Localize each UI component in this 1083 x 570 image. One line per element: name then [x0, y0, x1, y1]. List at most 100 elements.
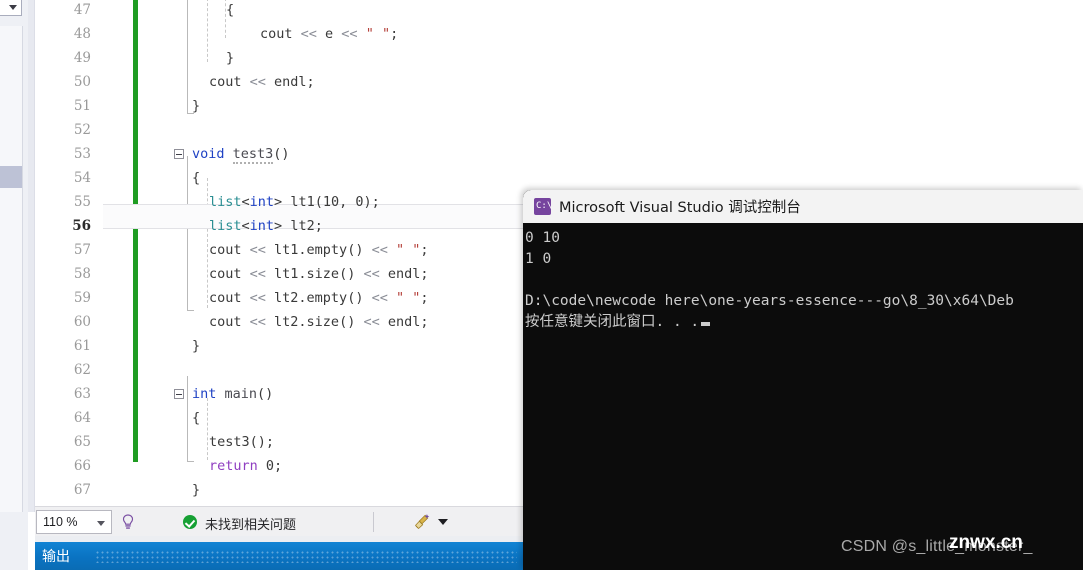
code-token: lt2; — [290, 218, 323, 234]
code-token: list — [209, 218, 242, 234]
line-number: 57 — [73, 242, 91, 258]
code-line[interactable]: 64 { — [35, 406, 530, 430]
console-output-area[interactable]: 0 10 1 0 D:\code\newcode here\one-years-es… — [523, 223, 1083, 570]
console-title-bar[interactable]: C:\ Microsoft Visual Studio 调试控制台 — [523, 190, 1083, 224]
status-separator — [373, 512, 374, 532]
output-panel-header[interactable]: 输出 — [35, 542, 523, 570]
code-line[interactable]: 62 — [35, 358, 530, 382]
code-token: lt2. — [274, 290, 307, 306]
code-token: lt1( — [290, 194, 323, 210]
code-line[interactable]: 60 cout << lt2.size() << endl; — [35, 310, 530, 334]
code-line[interactable]: 51} — [35, 94, 530, 118]
code-token: () — [347, 290, 372, 306]
chevron-down-icon[interactable] — [438, 519, 448, 525]
code-token: << — [371, 242, 396, 258]
code-line[interactable]: 54 { — [35, 166, 530, 190]
code-editor[interactable]: 47{48 cout << e << " "; 49} 50 cout << endl;… — [35, 0, 530, 505]
code-token: cout — [209, 74, 250, 90]
code-token: cout — [260, 26, 301, 42]
chevron-down-icon — [97, 521, 105, 526]
code-line[interactable]: 56 list<int> lt2; — [35, 214, 530, 238]
code-token: cout — [209, 314, 250, 330]
code-line-text: } — [192, 478, 200, 502]
line-number: 55 — [73, 194, 91, 210]
lightbulb-icon[interactable] — [119, 513, 137, 531]
line-number: 58 — [73, 266, 91, 282]
code-line[interactable]: 49} — [35, 46, 530, 70]
partial-dropdown-control[interactable]: ⌄ — [0, 0, 22, 16]
line-number: 50 — [73, 74, 91, 90]
code-token: < — [241, 194, 250, 210]
code-token: () — [339, 266, 364, 282]
code-token: { — [192, 170, 201, 186]
editor-status-bar: 110 % 未找到相关问题 — [35, 506, 523, 536]
code-line-text: cout << lt2.size() << endl; — [209, 310, 428, 334]
code-line[interactable]: 59 cout << lt2.empty() << " "; — [35, 286, 530, 310]
line-number: 67 — [73, 482, 91, 498]
code-line[interactable]: 50 cout << endl; — [35, 70, 530, 94]
zoom-level-dropdown[interactable]: 110 % — [36, 510, 112, 534]
debug-console-window[interactable]: C:\ Microsoft Visual Studio 调试控制台 0 10 1 … — [523, 190, 1083, 570]
line-number: 54 — [73, 170, 91, 186]
code-token: () — [339, 314, 364, 330]
line-number: 52 — [73, 122, 91, 138]
code-lines-container: 47{48 cout << e << " "; 49} 50 cout << endl;… — [35, 0, 530, 505]
status-message: 未找到相关问题 — [205, 518, 297, 533]
code-token: { — [226, 2, 235, 18]
code-token: << — [371, 290, 396, 306]
code-line[interactable]: 55 list<int> lt1(10, 0); — [35, 190, 530, 214]
code-line-text: int main() — [192, 382, 273, 406]
code-token: ; — [420, 242, 429, 258]
line-number: 66 — [73, 458, 91, 474]
code-token: << — [341, 26, 366, 42]
code-line[interactable]: 48 cout << e << " "; — [35, 22, 530, 46]
code-token: > — [274, 218, 291, 234]
code-line[interactable]: 57 cout << lt1.empty() << " "; — [35, 238, 530, 262]
console-line: 1 0 — [525, 251, 552, 267]
code-line-text: { — [192, 166, 200, 190]
code-token: cout — [209, 290, 250, 306]
code-token: void — [192, 146, 233, 162]
code-line[interactable]: 52 — [35, 118, 530, 142]
code-line[interactable]: 53 void test3() — [35, 142, 530, 166]
code-line[interactable]: 61} — [35, 334, 530, 358]
code-line-text: return 0; — [209, 454, 282, 478]
code-token: empty — [306, 242, 348, 258]
console-app-icon: C:\ — [534, 198, 553, 215]
code-token: << — [363, 266, 388, 282]
code-token: << — [249, 314, 275, 330]
code-token: ; — [390, 26, 399, 42]
code-line[interactable]: 66 return 0; — [35, 454, 530, 478]
left-scrollbar-thumb[interactable] — [0, 166, 22, 188]
code-line-text: cout << endl; — [209, 70, 315, 94]
console-line: 按任意键关闭此窗口. . . — [525, 312, 1083, 333]
code-token: lt2. — [274, 314, 307, 330]
code-line[interactable]: 63 int main() — [35, 382, 530, 406]
code-line[interactable]: 47 { — [35, 0, 530, 22]
code-token: } — [192, 98, 201, 114]
console-window-title: Microsoft Visual Studio 调试控制台 — [559, 200, 801, 216]
code-line-text: cout << e << " "; — [260, 22, 398, 46]
code-token: << — [249, 242, 275, 258]
line-number: 49 — [73, 50, 91, 66]
code-line-text: } — [226, 46, 234, 70]
code-line-text: test3(); — [209, 430, 274, 454]
code-line[interactable]: 58 cout << lt1.size() << endl; — [35, 262, 530, 286]
code-line[interactable]: 67} — [35, 478, 530, 502]
line-number: 56 — [72, 218, 91, 234]
code-line-text: cout << lt1.size() << endl; — [209, 262, 428, 286]
code-token: size — [306, 266, 340, 282]
console-app-icon-glyph: C:\ — [536, 201, 553, 211]
line-number: 63 — [73, 386, 91, 402]
code-token: 10 — [322, 194, 340, 210]
code-line[interactable]: 65 test3(); — [35, 430, 530, 454]
output-panel-title: 输出 — [42, 549, 70, 565]
line-number: 47 — [73, 2, 91, 18]
code-token: main — [224, 386, 258, 402]
code-token: cout — [209, 266, 250, 282]
code-line-text: { — [226, 0, 234, 22]
code-token: 0; — [265, 458, 283, 474]
line-number: 64 — [73, 410, 91, 426]
code-token: , — [339, 194, 356, 210]
broom-icon[interactable] — [413, 513, 431, 531]
